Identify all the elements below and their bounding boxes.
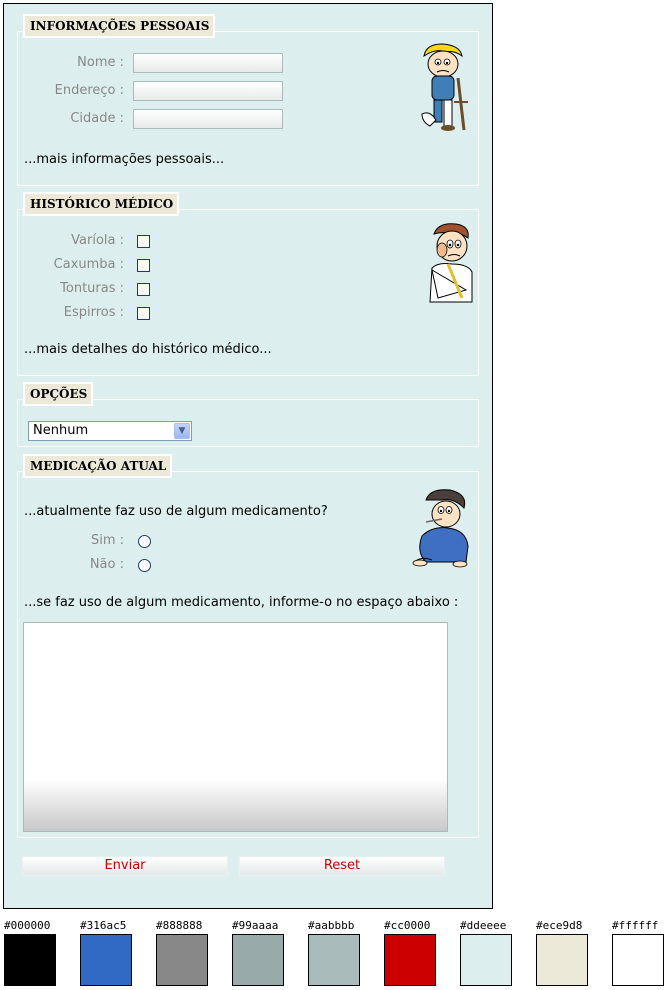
legend-medical-history: HISTÓRICO MÉDICO <box>23 192 180 216</box>
legend-options: OPÇÕES <box>23 382 94 406</box>
field-row-cidade: Cidade : <box>18 109 124 129</box>
radio-sim[interactable] <box>138 535 151 548</box>
checkbox-espirros[interactable] <box>137 307 150 320</box>
medication-textarea[interactable] <box>23 622 448 832</box>
fieldset-current-medication: MEDICAÇÃO ATUAL ...atualmente faz uso de… <box>17 454 479 838</box>
palette-item: #ddeeee <box>460 919 512 986</box>
palette-swatch <box>80 934 132 986</box>
label-nao: Não : <box>89 557 124 572</box>
medical-form-panel: INFORMAÇÕES PESSOAIS Nome : Endereço : C… <box>3 3 493 909</box>
legend-current-medication: MEDICAÇÃO ATUAL <box>23 454 173 478</box>
palette-item: #888888 <box>156 919 208 986</box>
more-medical-history-text: ...mais detalhes do histórico médico... <box>24 342 272 357</box>
input-endereco[interactable] <box>133 81 283 101</box>
legend-personal-info: INFORMAÇÕES PESSOAIS <box>23 14 216 38</box>
palette-label: #ddeeee <box>460 919 507 932</box>
palette-swatch <box>612 934 664 986</box>
field-row-endereco: Endereço : <box>18 81 124 101</box>
injured-boy-illustration <box>421 43 468 131</box>
palette-label: #ece9d8 <box>536 919 583 932</box>
palette-swatch <box>156 934 208 986</box>
label-caxumba: Caxumba : <box>53 257 124 272</box>
fieldset-medical-history: HISTÓRICO MÉDICO Varíola : Caxumba : Ton… <box>17 192 479 376</box>
palette-swatch <box>460 934 512 986</box>
arm-sling-man-illustration <box>429 223 473 303</box>
palette-swatch <box>4 934 56 986</box>
reset-button[interactable]: Reset <box>239 856 445 876</box>
palette-item: #316ac5 <box>80 919 132 986</box>
fieldset-personal-info: INFORMAÇÕES PESSOAIS Nome : Endereço : C… <box>17 14 479 186</box>
field-row-nome: Nome : <box>18 53 124 73</box>
palette-item: #99aaaa <box>232 919 284 986</box>
label-espirros: Espirros : <box>63 305 124 320</box>
radio-row-nao: Não : <box>18 555 124 575</box>
radio-row-sim: Sim : <box>18 531 124 551</box>
input-cidade[interactable] <box>133 109 283 129</box>
palette-label: #aabbbb <box>308 919 355 932</box>
chevron-down-icon[interactable]: ▼ <box>174 423 190 439</box>
checkbox-variola[interactable] <box>137 235 150 248</box>
palette-swatch <box>536 934 588 986</box>
check-row-espirros: Espirros : <box>18 303 124 323</box>
check-row-tonturas: Tonturas : <box>18 279 124 299</box>
medication-question: ...atualmente faz uso de algum medicamen… <box>24 504 328 519</box>
palette-label: #ffffff <box>612 919 659 932</box>
palette-label: #99aaaa <box>232 919 279 932</box>
palette-swatch <box>308 934 360 986</box>
check-row-caxumba: Caxumba : <box>18 255 124 275</box>
more-personal-info-text: ...mais informações pessoais... <box>24 152 225 167</box>
palette-label: #000000 <box>4 919 51 932</box>
palette-item: #aabbbb <box>308 919 360 986</box>
medication-instruction: ...se faz uso de algum medicamento, info… <box>24 595 459 610</box>
radio-nao[interactable] <box>138 559 151 572</box>
label-endereco: Endereço : <box>54 83 124 98</box>
palette-label: #888888 <box>156 919 203 932</box>
palette-item: #ffffff <box>612 919 664 986</box>
fieldset-options: OPÇÕES Nenhum ▼ <box>17 382 479 447</box>
checkbox-caxumba[interactable] <box>137 259 150 272</box>
submit-button[interactable]: Enviar <box>22 856 228 876</box>
label-cidade: Cidade : <box>70 111 124 126</box>
input-nome[interactable] <box>133 53 283 73</box>
label-tonturas: Tonturas : <box>60 281 124 296</box>
label-nome: Nome : <box>77 55 124 70</box>
palette-swatch <box>232 934 284 986</box>
sick-child-illustration <box>412 489 469 568</box>
options-select[interactable]: Nenhum ▼ <box>28 421 192 441</box>
palette-item: #000000 <box>4 919 56 986</box>
palette-item: #ece9d8 <box>536 919 588 986</box>
palette-label: #316ac5 <box>80 919 127 932</box>
checkbox-tonturas[interactable] <box>137 283 150 296</box>
check-row-variola: Varíola : <box>18 231 124 251</box>
palette-swatch <box>384 934 436 986</box>
label-variola: Varíola : <box>71 233 124 248</box>
palette-item: #cc0000 <box>384 919 436 986</box>
options-select-value: Nenhum <box>33 423 89 438</box>
label-sim: Sim : <box>90 533 124 548</box>
palette-label: #cc0000 <box>384 919 431 932</box>
